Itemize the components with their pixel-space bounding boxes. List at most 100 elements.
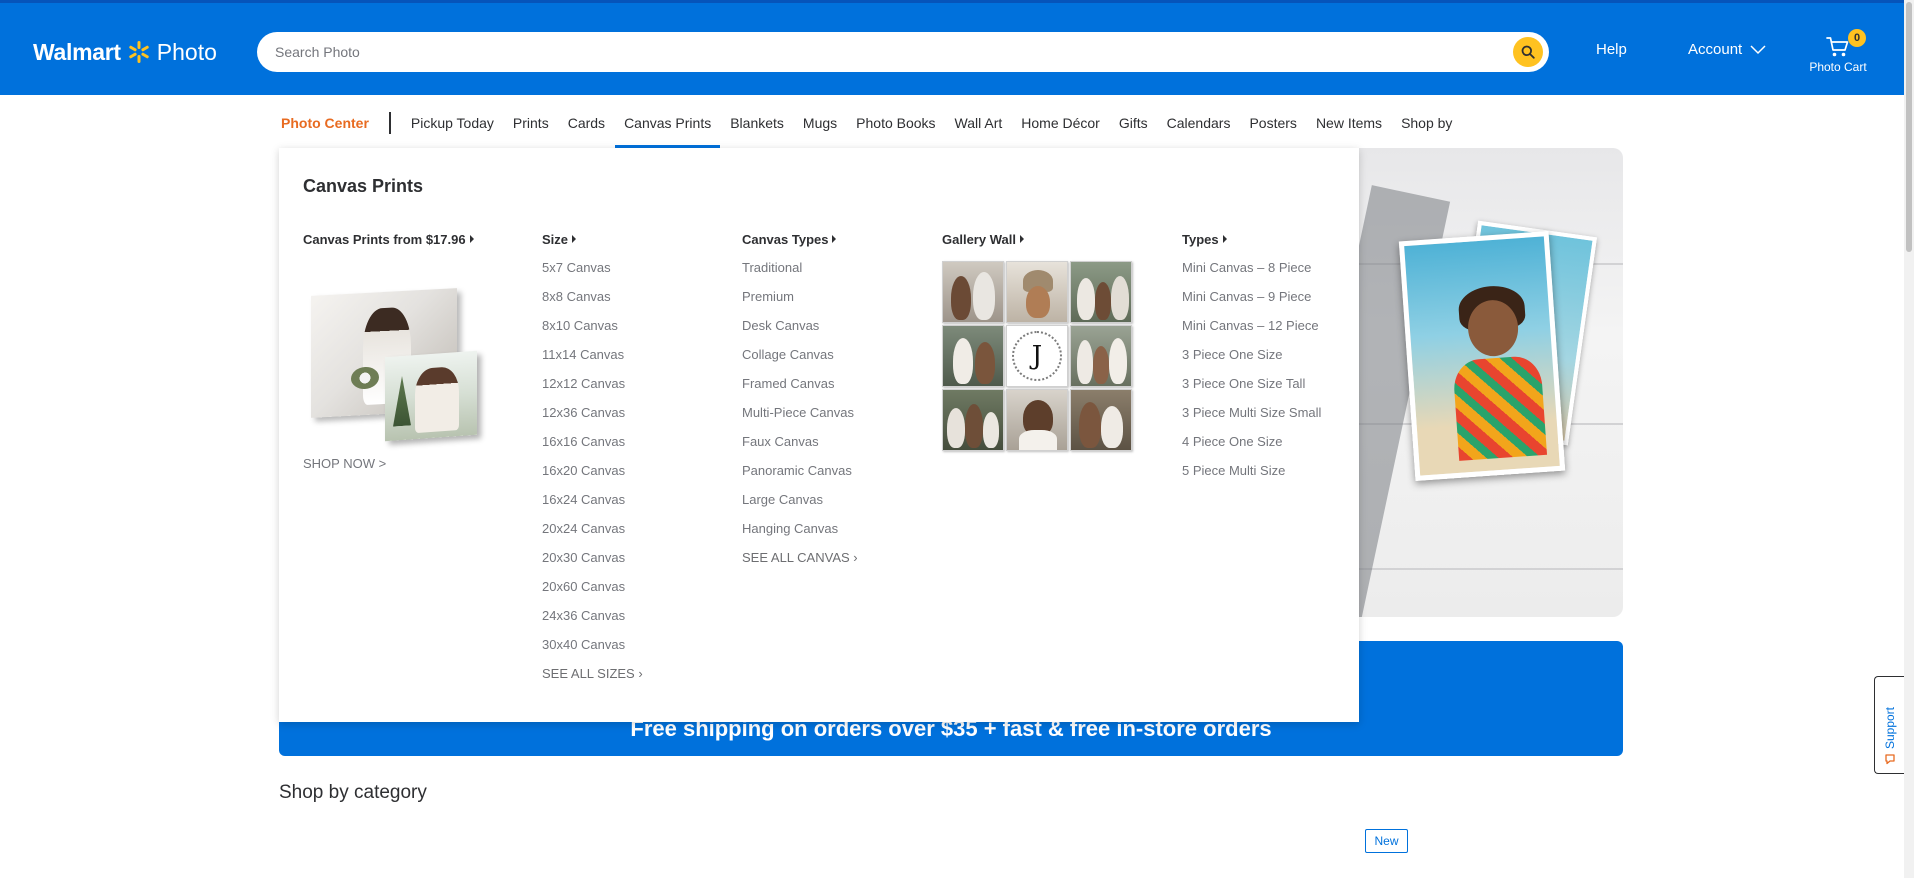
walmart-photo-logo[interactable]: Walmart Photo <box>33 37 217 67</box>
person-figure <box>1111 276 1129 320</box>
gallery-wall-heading-link[interactable]: Gallery Wall <box>942 230 1132 248</box>
size-item[interactable]: 11x14 Canvas <box>542 346 643 375</box>
monogram-letter: J <box>1012 331 1062 381</box>
nav-item-cards[interactable]: Cards <box>568 98 605 148</box>
chat-bubble-icon <box>1885 754 1895 765</box>
types-list: Mini Canvas – 8 Piece Mini Canvas – 9 Pi… <box>1182 259 1321 491</box>
person-figure <box>983 412 999 448</box>
account-menu[interactable]: Account <box>1688 41 1766 58</box>
help-link[interactable]: Help <box>1596 41 1627 58</box>
size-item[interactable]: 16x16 Canvas <box>542 433 643 462</box>
gallery-wall-image[interactable]: J <box>942 261 1132 451</box>
shop-now-link[interactable]: SHOP NOW > <box>303 456 483 471</box>
person-figure <box>965 404 983 448</box>
caret-right-icon <box>469 235 474 243</box>
size-list: 5x7 Canvas 8x8 Canvas 8x10 Canvas 11x14 … <box>542 259 643 694</box>
nav-item-wall-art[interactable]: Wall Art <box>955 98 1003 148</box>
nav-item-calendars[interactable]: Calendars <box>1167 98 1231 148</box>
couple-figure <box>415 366 459 434</box>
person-figure <box>1095 282 1111 320</box>
feature-heading-link[interactable]: Canvas Prints from $17.96 <box>303 230 483 248</box>
nav-item-home-decor[interactable]: Home Décor <box>1021 98 1100 148</box>
search-icon <box>1521 45 1535 59</box>
see-all-sizes-link[interactable]: SEE ALL SIZES › <box>542 665 643 694</box>
support-tab[interactable]: Support <box>1874 676 1904 774</box>
canvas-type-item[interactable]: Collage Canvas <box>742 346 858 375</box>
type-item[interactable]: Mini Canvas – 8 Piece <box>1182 259 1321 288</box>
canvas-type-item[interactable]: Hanging Canvas <box>742 520 858 549</box>
size-heading: Size <box>542 231 569 247</box>
type-item[interactable]: 5 Piece Multi Size <box>1182 462 1321 491</box>
size-item[interactable]: 12x36 Canvas <box>542 404 643 433</box>
canvas-type-item[interactable]: Traditional <box>742 259 858 288</box>
nav-item-photo-books[interactable]: Photo Books <box>856 98 935 148</box>
size-item[interactable]: 20x24 Canvas <box>542 520 643 549</box>
shirt-figure <box>1019 430 1057 450</box>
person-figure <box>1077 278 1095 320</box>
scrollbar-thumb[interactable] <box>1906 2 1912 252</box>
nav-item-new-items[interactable]: New Items <box>1316 98 1382 148</box>
canvas-types-heading: Canvas Types <box>742 231 829 247</box>
types-column: Types Mini Canvas – 8 Piece Mini Canvas … <box>1182 230 1321 491</box>
cart-count-badge: 0 <box>1848 29 1866 47</box>
canvas-type-item[interactable]: Premium <box>742 288 858 317</box>
nav-item-gifts[interactable]: Gifts <box>1119 98 1148 148</box>
person-figure <box>947 408 965 448</box>
canvas-type-item[interactable]: Multi-Piece Canvas <box>742 404 858 433</box>
size-item[interactable]: 20x30 Canvas <box>542 549 643 578</box>
size-heading-link[interactable]: Size <box>542 230 643 248</box>
type-item[interactable]: 3 Piece One Size Tall <box>1182 375 1321 404</box>
canvas-types-heading-link[interactable]: Canvas Types <box>742 230 858 248</box>
nav-item-posters[interactable]: Posters <box>1249 98 1296 148</box>
canvas-types-column: Canvas Types Traditional Premium Desk Ca… <box>742 230 858 578</box>
nav-item-prints[interactable]: Prints <box>513 98 549 148</box>
type-item[interactable]: 3 Piece One Size <box>1182 346 1321 375</box>
size-item[interactable]: 20x60 Canvas <box>542 578 643 607</box>
size-item[interactable]: 8x10 Canvas <box>542 317 643 346</box>
types-heading-link[interactable]: Types <box>1182 230 1321 248</box>
site-header: Walmart Photo Help Account <box>0 0 1904 95</box>
size-item[interactable]: 12x12 Canvas <box>542 375 643 404</box>
size-item[interactable]: 30x40 Canvas <box>542 636 643 665</box>
nav-item-shop-by[interactable]: Shop by <box>1401 98 1452 148</box>
nav-item-photo-center[interactable]: Photo Center <box>281 98 369 148</box>
caret-right-icon <box>572 235 577 243</box>
hero-image[interactable] <box>1359 148 1623 617</box>
size-item[interactable]: 16x24 Canvas <box>542 491 643 520</box>
tree-figure <box>393 375 411 426</box>
gallery-tile <box>1070 389 1132 451</box>
support-label: Support <box>1883 706 1897 750</box>
type-item[interactable]: Mini Canvas – 12 Piece <box>1182 317 1321 346</box>
canvas-type-item[interactable]: Faux Canvas <box>742 433 858 462</box>
search-input[interactable] <box>275 32 1475 72</box>
gallery-wall-heading: Gallery Wall <box>942 231 1016 247</box>
page-scrollbar[interactable] <box>1904 0 1914 878</box>
person-figure <box>951 276 971 320</box>
size-item[interactable]: 8x8 Canvas <box>542 288 643 317</box>
monogram-tile: J <box>1006 325 1068 387</box>
nav-item-canvas-prints[interactable]: Canvas Prints <box>615 98 721 148</box>
canvas-type-item[interactable]: Desk Canvas <box>742 317 858 346</box>
search-button[interactable] <box>1513 37 1543 67</box>
canvas-type-item[interactable]: Framed Canvas <box>742 375 858 404</box>
canvas-type-item[interactable]: Large Canvas <box>742 491 858 520</box>
nav-item-blankets[interactable]: Blankets <box>730 98 784 148</box>
canvas-type-item[interactable]: Panoramic Canvas <box>742 462 858 491</box>
size-item[interactable]: 16x20 Canvas <box>542 462 643 491</box>
person-figure <box>1079 402 1101 448</box>
type-item[interactable]: 4 Piece One Size <box>1182 433 1321 462</box>
type-item[interactable]: Mini Canvas – 9 Piece <box>1182 288 1321 317</box>
see-all-canvas-link[interactable]: SEE ALL CANVAS › <box>742 549 858 578</box>
size-item[interactable]: 5x7 Canvas <box>542 259 643 288</box>
person-figure <box>973 272 995 320</box>
size-item[interactable]: 24x36 Canvas <box>542 607 643 636</box>
photo-cart-button[interactable]: Photo Cart 0 <box>1806 29 1870 78</box>
hero-print-front <box>1398 231 1566 481</box>
nav-item-mugs[interactable]: Mugs <box>803 98 837 148</box>
nav-item-pickup-today[interactable]: Pickup Today <box>411 98 494 148</box>
search-bar <box>257 32 1549 72</box>
type-item[interactable]: 3 Piece Multi Size Small <box>1182 404 1321 433</box>
mega-menu-title: Canvas Prints <box>303 176 424 196</box>
nav-divider <box>388 112 391 134</box>
canvas-feature-image[interactable] <box>303 284 483 446</box>
